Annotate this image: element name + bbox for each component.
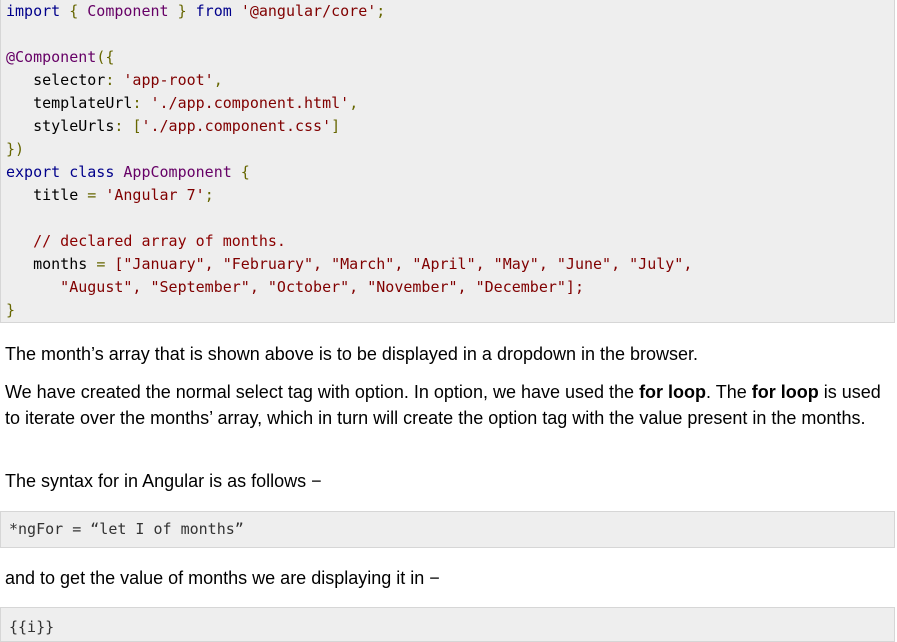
code-token: { xyxy=(60,2,88,20)
code-token: , xyxy=(349,94,359,112)
code-token: Component xyxy=(87,2,169,20)
code-line-class: export class AppComponent { xyxy=(6,162,250,182)
code-token: './app.component.css' xyxy=(141,117,332,135)
code-token: selector xyxy=(6,71,106,89)
code-token: } xyxy=(6,301,16,319)
code-token: title xyxy=(6,186,88,204)
code-token: templateUrl xyxy=(6,94,133,112)
code-line-title: title = 'Angular 7'; xyxy=(6,185,214,205)
paragraph-text: . The xyxy=(706,382,752,402)
code-token: : xyxy=(105,71,124,89)
code-token: // declared array of months. xyxy=(6,232,286,250)
code-token: AppComponent xyxy=(123,163,232,181)
code-token: : xyxy=(114,117,133,135)
code-token: }) xyxy=(6,140,25,158)
code-token: styleUrls xyxy=(6,117,115,135)
code-line-months: months = ["January", "February", "March"… xyxy=(6,254,692,274)
code-line-selector: selector: 'app-root', xyxy=(6,70,223,90)
code-snippet-ngfor: *ngFor = “let I of months” xyxy=(0,511,895,548)
code-token: class xyxy=(60,163,124,181)
code-token: './app.component.html' xyxy=(150,94,350,112)
bold-for-loop: for loop xyxy=(639,382,707,402)
paragraph-months-array: The month’s array that is shown above is… xyxy=(5,344,699,364)
code-token: ] xyxy=(331,117,341,135)
code-token: ["January", "February", "March", "April"… xyxy=(114,255,693,273)
code-token: 'Angular 7' xyxy=(105,186,205,204)
code-line-months-cont: "August", "September", "October", "Novem… xyxy=(6,277,584,297)
code-snippet-text: *ngFor = “let I of months” xyxy=(9,520,244,538)
code-token: = xyxy=(87,186,106,204)
code-token: months xyxy=(6,255,97,273)
code-token: : xyxy=(132,94,151,112)
code-token: export xyxy=(6,163,61,181)
code-line-comment: // declared array of months. xyxy=(6,231,286,251)
code-line-import: import { Component } from '@angular/core… xyxy=(6,1,385,21)
code-line-styles: styleUrls: ['./app.component.css'] xyxy=(6,116,340,136)
code-token: "August", "September", "October", "Novem… xyxy=(6,278,584,296)
code-token: @Component xyxy=(6,48,97,66)
code-token: { xyxy=(231,163,250,181)
code-line-decorator: @Component({ xyxy=(6,47,114,67)
paragraph-display-value: and to get the value of months we are di… xyxy=(5,568,440,588)
code-token: ; xyxy=(376,2,386,20)
code-token: 'app-root' xyxy=(123,71,214,89)
code-token: ({ xyxy=(96,48,115,66)
code-block-component: import { Component } from '@angular/core… xyxy=(0,0,895,323)
code-line-template: templateUrl: './app.component.html', xyxy=(6,93,358,113)
paragraph-text: We have created the normal select tag wi… xyxy=(5,382,640,402)
bold-for-loop: for loop xyxy=(751,382,819,402)
code-token: ; xyxy=(204,186,214,204)
code-snippet-text: {{i}} xyxy=(9,618,55,636)
code-snippet-interpolation: {{i}} xyxy=(0,607,895,642)
paragraph-syntax: The syntax for in Angular is as follows … xyxy=(5,471,322,491)
code-token: '@angular/core' xyxy=(240,2,377,20)
paragraph-select-tag: We have created the normal select tag wi… xyxy=(5,379,893,431)
code-line-class-close: } xyxy=(6,300,15,320)
code-token: import xyxy=(6,2,61,20)
code-token: = xyxy=(96,255,115,273)
code-token: from xyxy=(195,2,232,20)
code-token: } xyxy=(168,2,196,20)
code-line-decorator-close: }) xyxy=(6,139,24,159)
code-token: , xyxy=(213,71,223,89)
